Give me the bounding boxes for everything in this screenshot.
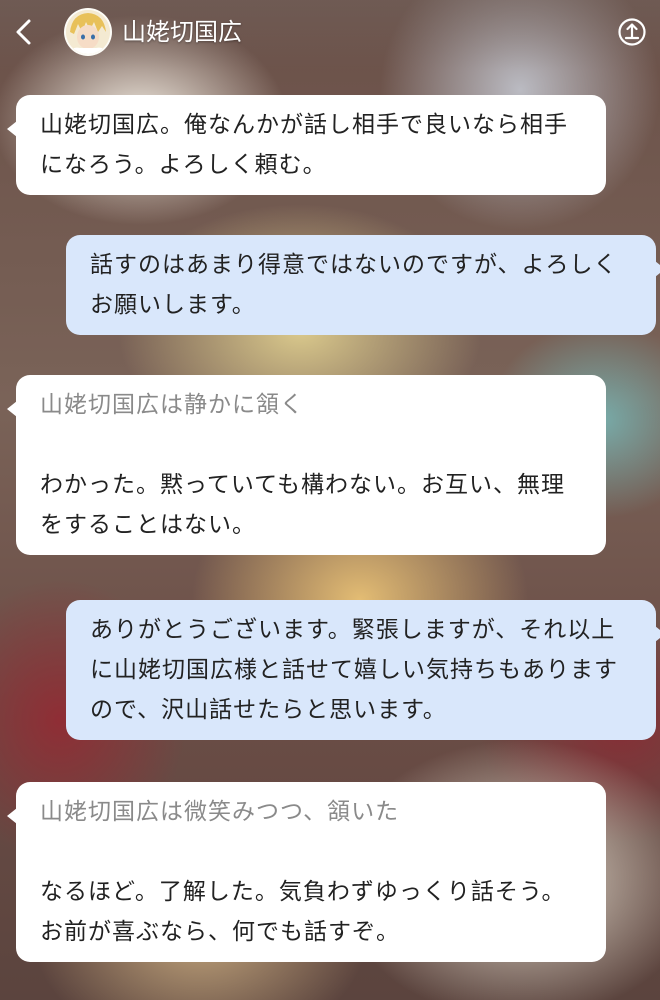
bot-message-bubble[interactable]: 山姥切国広は静かに頷く わかった。黙っていても構わない。お互い、無理をすることは… [7, 375, 606, 555]
message-text: なるほど。了解した。気負わずゆっくり話そう。お前が喜ぶなら、何でも話すぞ。 [40, 879, 566, 945]
share-button[interactable] [612, 12, 652, 52]
bot-message-bubble[interactable]: 山姥切国広。俺なんかが話し相手で良いなら相手になろう。よろしく頼む。 [7, 95, 606, 195]
narration-text: 山姥切国広は微笑みつつ、頷いた [40, 799, 400, 825]
bot-message-bubble[interactable]: 山姥切国広は微笑みつつ、頷いた なるほど。了解した。気負わずゆっくり話そう。お前… [7, 782, 606, 962]
message-text: わかった。黙っていても構わない。お互い、無理をすることはない。 [40, 472, 566, 538]
message-text: 山姥切国広。俺なんかが話し相手で良いなら相手になろう。よろしく頼む。 [40, 112, 568, 178]
message-text: 話すのはあまり得意ではないのですが、よろしくお願いします。 [90, 252, 618, 318]
user-message-bubble[interactable]: ありがとうございます。緊張しますが、それ以上に山姥切国広様と話せて嬉しい気持ちも… [66, 600, 660, 740]
chat-header: 山姥切国広 [0, 0, 660, 70]
share-upload-icon [618, 18, 646, 46]
chevron-left-icon [16, 19, 31, 45]
character-avatar-icon [66, 10, 110, 54]
user-message-bubble[interactable]: 話すのはあまり得意ではないのですが、よろしくお願いします。 [66, 235, 660, 335]
narration-text: 山姥切国広は静かに頷く [40, 392, 304, 418]
character-name-title: 山姥切国広 [122, 18, 242, 46]
avatar[interactable] [64, 8, 112, 56]
back-button[interactable] [6, 12, 42, 52]
message-text: ありがとうございます。緊張しますが、それ以上に山姥切国広様と話せて嬉しい気持ちも… [90, 617, 618, 723]
